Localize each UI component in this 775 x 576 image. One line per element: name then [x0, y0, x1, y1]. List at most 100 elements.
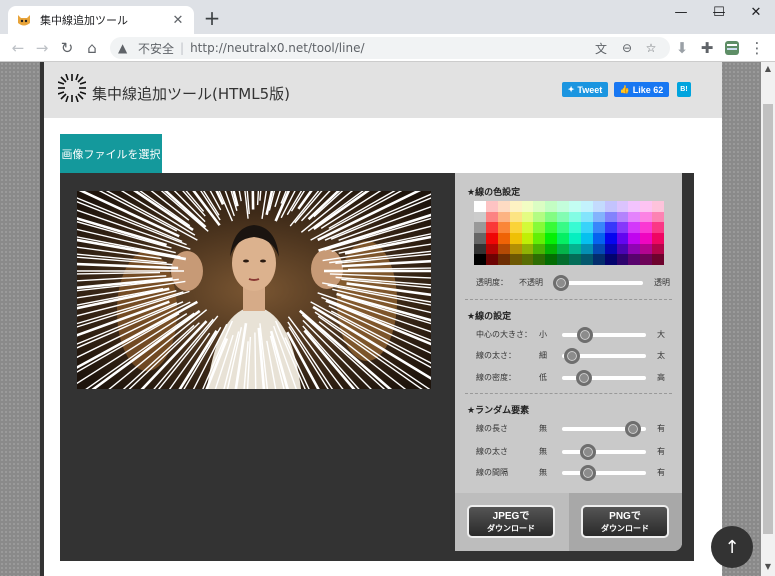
palette-swatch[interactable] — [485, 233, 498, 244]
palette-swatch[interactable] — [580, 254, 593, 265]
home-icon[interactable]: ⌂ — [82, 38, 102, 58]
palette-swatch[interactable] — [569, 243, 581, 255]
page-scrollbar[interactable]: ▲ ▼ — [761, 62, 775, 576]
palette-swatch[interactable] — [509, 254, 522, 265]
minimize-button[interactable]: — — [662, 0, 700, 24]
palette-swatch[interactable] — [474, 243, 486, 255]
palette-swatch[interactable] — [509, 233, 522, 244]
palette-swatch[interactable] — [545, 222, 558, 233]
palette-swatch[interactable] — [580, 222, 593, 233]
palette-swatch[interactable] — [474, 254, 486, 265]
scroll-up-icon[interactable]: ▲ — [761, 64, 775, 76]
palette-swatch[interactable] — [533, 233, 546, 244]
translate-icon[interactable]: 文 — [592, 37, 610, 59]
palette-swatch[interactable] — [485, 222, 498, 233]
palette-swatch[interactable] — [485, 211, 498, 223]
palette-swatch[interactable] — [592, 211, 605, 223]
palette-swatch[interactable] — [521, 233, 534, 244]
palette-swatch[interactable] — [604, 201, 617, 212]
palette-swatch[interactable] — [557, 233, 569, 244]
palette-swatch[interactable] — [569, 211, 581, 223]
palette-swatch[interactable] — [521, 201, 534, 212]
palette-swatch[interactable] — [616, 211, 629, 223]
reload-icon[interactable]: ↻ — [57, 38, 77, 58]
close-window-button[interactable]: ✕ — [737, 0, 775, 24]
palette-swatch[interactable] — [616, 222, 629, 233]
download-icon[interactable]: ⬇ — [672, 38, 692, 58]
palette-swatch[interactable] — [616, 243, 629, 255]
palette-swatch[interactable] — [652, 222, 664, 233]
scrollbar-thumb[interactable] — [763, 104, 773, 534]
palette-swatch[interactable] — [628, 211, 641, 223]
palette-swatch[interactable] — [474, 233, 486, 244]
random-width-slider-knob[interactable] — [580, 444, 597, 460]
maximize-button[interactable]: ☐ — [700, 0, 738, 24]
palette-swatch[interactable] — [652, 211, 664, 223]
palette-swatch[interactable] — [497, 222, 510, 233]
palette-swatch[interactable] — [545, 254, 558, 265]
palette-swatch[interactable] — [557, 201, 569, 212]
palette-swatch[interactable] — [557, 243, 569, 255]
palette-swatch[interactable] — [652, 254, 664, 265]
palette-swatch[interactable] — [509, 243, 522, 255]
palette-swatch[interactable] — [509, 211, 522, 223]
palette-swatch[interactable] — [521, 211, 534, 223]
menu-icon[interactable]: ⋮ — [747, 38, 767, 58]
palette-swatch[interactable] — [569, 254, 581, 265]
random-length-slider[interactable] — [562, 421, 646, 437]
new-tab-button[interactable]: + — [202, 8, 222, 28]
palette-swatch[interactable] — [545, 233, 558, 244]
palette-swatch[interactable] — [592, 201, 605, 212]
palette-swatch[interactable] — [604, 222, 617, 233]
random-spacing-slider[interactable] — [562, 465, 646, 481]
palette-swatch[interactable] — [497, 233, 510, 244]
palette-swatch[interactable] — [640, 201, 653, 212]
palette-swatch[interactable] — [628, 243, 641, 255]
forward-icon[interactable]: → — [32, 38, 52, 58]
palette-swatch[interactable] — [569, 233, 581, 244]
palette-swatch[interactable] — [474, 211, 486, 223]
palette-swatch[interactable] — [533, 254, 546, 265]
profile-avatar[interactable] — [722, 38, 742, 58]
palette-swatch[interactable] — [592, 233, 605, 244]
palette-swatch[interactable] — [474, 201, 486, 212]
palette-swatch[interactable] — [592, 254, 605, 265]
tab-close-icon[interactable]: ✕ — [170, 13, 186, 28]
line-density-slider-knob[interactable] — [575, 370, 592, 386]
palette-swatch[interactable] — [533, 222, 546, 233]
palette-swatch[interactable] — [485, 201, 498, 212]
palette-swatch[interactable] — [640, 233, 653, 244]
palette-swatch[interactable] — [521, 243, 534, 255]
line-density-slider[interactable] — [562, 370, 646, 386]
random-spacing-slider-knob[interactable] — [580, 465, 597, 481]
palette-swatch[interactable] — [628, 233, 641, 244]
palette-swatch[interactable] — [569, 222, 581, 233]
color-palette[interactable] — [474, 201, 664, 265]
tweet-button[interactable]: ✦ Tweet — [562, 82, 608, 97]
zoom-icon[interactable]: ⊖ — [618, 37, 636, 59]
palette-swatch[interactable] — [640, 211, 653, 223]
scroll-down-icon[interactable]: ▼ — [761, 562, 775, 574]
select-image-file-button[interactable]: 画像ファイルを選択 — [60, 134, 162, 173]
download-png-button[interactable]: PNGで ダウンロード — [581, 505, 669, 538]
palette-swatch[interactable] — [557, 254, 569, 265]
palette-swatch[interactable] — [533, 201, 546, 212]
palette-swatch[interactable] — [497, 211, 510, 223]
bookmark-star-icon[interactable]: ☆ — [642, 37, 660, 59]
opacity-slider-knob[interactable] — [552, 275, 569, 291]
extensions-icon[interactable]: ✚ — [697, 38, 717, 58]
palette-swatch[interactable] — [545, 211, 558, 223]
palette-swatch[interactable] — [604, 243, 617, 255]
palette-swatch[interactable] — [545, 201, 558, 212]
palette-swatch[interactable] — [569, 201, 581, 212]
palette-swatch[interactable] — [485, 254, 498, 265]
palette-swatch[interactable] — [616, 201, 629, 212]
palette-swatch[interactable] — [485, 243, 498, 255]
palette-swatch[interactable] — [652, 243, 664, 255]
palette-swatch[interactable] — [592, 222, 605, 233]
palette-swatch[interactable] — [521, 254, 534, 265]
palette-swatch[interactable] — [652, 233, 664, 244]
palette-swatch[interactable] — [628, 222, 641, 233]
url-text[interactable]: http://neutralx0.net/tool/line/ — [190, 41, 364, 55]
center-size-slider-knob[interactable] — [576, 327, 593, 343]
